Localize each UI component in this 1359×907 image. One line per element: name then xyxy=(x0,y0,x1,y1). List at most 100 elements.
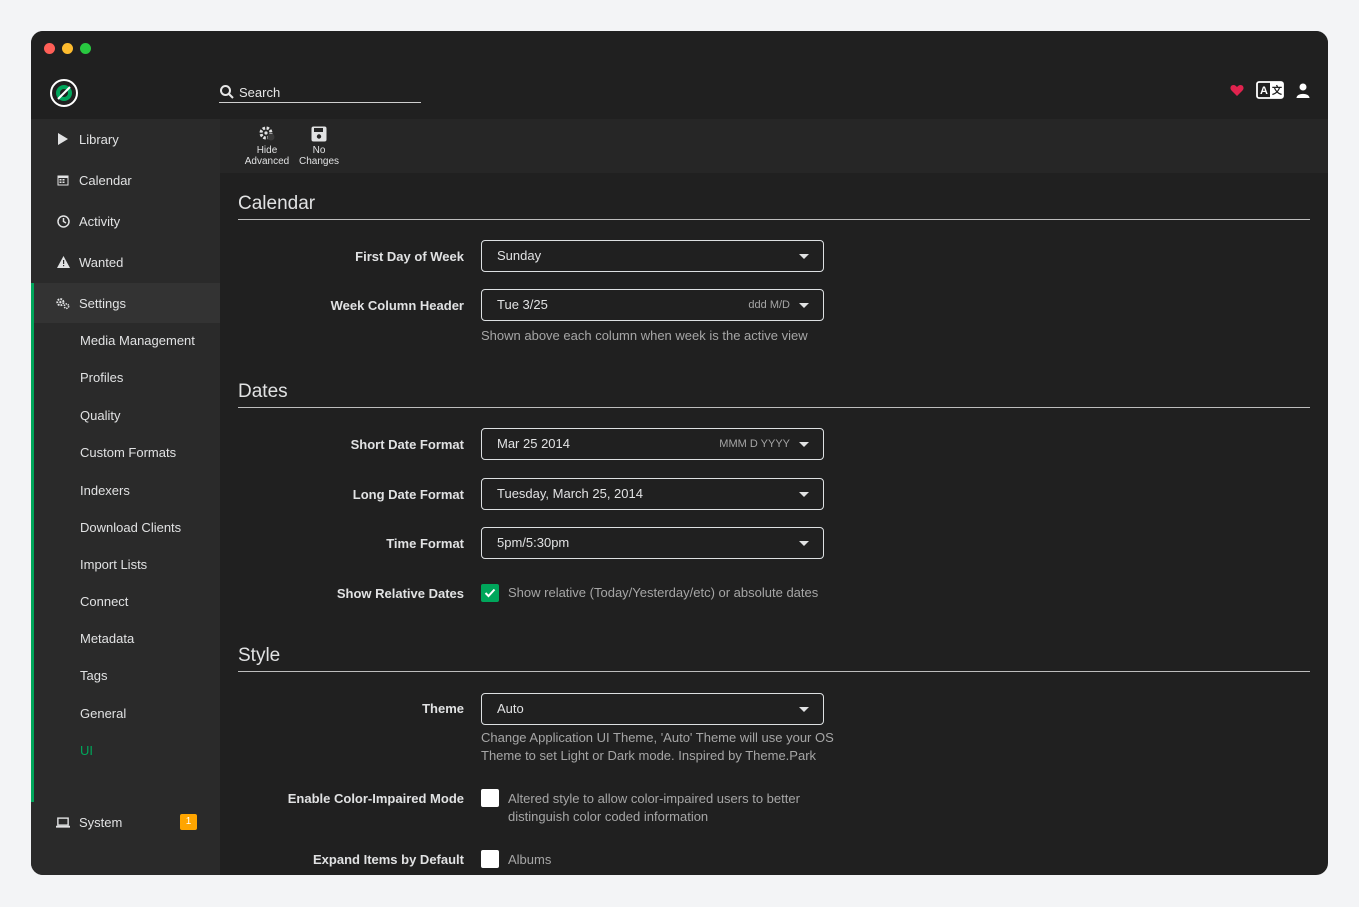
week-header-help: Shown above each column when week is the… xyxy=(481,328,808,343)
expand-albums-checkbox[interactable] xyxy=(481,850,499,868)
checkmark-icon xyxy=(484,588,496,598)
sidebar-subitem-tags[interactable]: Tags xyxy=(80,666,107,686)
first-day-select[interactable]: Sunday xyxy=(481,240,824,272)
color-impaired-label: Enable Color-Impaired Mode xyxy=(287,791,464,806)
chevron-down-icon xyxy=(799,254,809,259)
user-icon[interactable] xyxy=(1296,83,1310,98)
color-impaired-description: Altered style to allow color-impaired us… xyxy=(508,790,800,826)
save-line1: No xyxy=(312,145,326,156)
theme-help-line1: Change Application UI Theme, 'Auto' Them… xyxy=(481,730,834,745)
sidebar-subitem-metadata[interactable]: Metadata xyxy=(80,629,134,649)
search-icon xyxy=(220,85,234,99)
clock-icon xyxy=(56,214,70,228)
sidebar-subitem-profiles[interactable]: Profiles xyxy=(80,368,123,388)
chevron-down-icon xyxy=(799,303,809,308)
warning-icon xyxy=(56,255,70,269)
short-date-select[interactable]: Mar 25 2014 MMM D YYYY xyxy=(481,428,824,460)
sidebar-item-label: Settings xyxy=(79,295,126,311)
sidebar-item-label: Wanted xyxy=(79,254,124,270)
short-date-label: Short Date Format xyxy=(350,437,464,452)
first-day-value: Sunday xyxy=(497,248,542,263)
settings-content: Calendar First Day of Week Sunday Week C… xyxy=(238,173,1310,875)
relative-dates-checkbox[interactable] xyxy=(481,584,499,602)
hide-advanced-line1: Hide xyxy=(256,145,278,156)
laptop-icon xyxy=(56,815,70,829)
time-format-value: 5pm/5:30pm xyxy=(497,535,570,550)
heart-icon[interactable] xyxy=(1230,84,1244,97)
relative-dates-description: Show relative (Today/Yesterday/etc) or a… xyxy=(508,585,819,600)
first-day-label: First Day of Week xyxy=(355,249,464,264)
page-toolbar: Hide Advanced No Changes xyxy=(220,119,1328,173)
color-impaired-line1: Altered style to allow color-impaired us… xyxy=(508,791,800,806)
week-header-format-hint: ddd M/D xyxy=(748,299,790,311)
close-window-button[interactable] xyxy=(44,43,55,54)
app-logo[interactable] xyxy=(49,78,79,108)
sidebar-item-settings[interactable]: Settings xyxy=(31,283,220,323)
sidebar-subitem-quality[interactable]: Quality xyxy=(80,406,120,426)
app-window: A 文 Library Calendar Activity Wanted xyxy=(31,31,1328,875)
system-badge: 1 xyxy=(180,814,197,830)
hide-advanced-line2: Advanced xyxy=(244,156,290,167)
sidebar-subitem-indexers[interactable]: Indexers xyxy=(80,481,130,501)
hide-advanced-button[interactable]: Hide Advanced xyxy=(242,125,292,167)
title-bar xyxy=(31,31,1328,67)
expand-items-label: Expand Items by Default xyxy=(313,852,464,867)
sidebar-item-label: Activity xyxy=(79,213,121,229)
sidebar-item-system[interactable]: System 1 xyxy=(31,802,220,842)
long-date-label: Long Date Format xyxy=(352,487,464,502)
sidebar-subitem-import-lists[interactable]: Import Lists xyxy=(80,555,147,575)
short-date-format-hint: MMM D YYYY xyxy=(719,438,790,450)
search-box xyxy=(219,83,421,103)
long-date-value: Tuesday, March 25, 2014 xyxy=(497,486,643,501)
translate-icon[interactable]: A 文 xyxy=(1256,81,1284,99)
header-actions: A 文 xyxy=(1230,81,1310,99)
maximize-window-button[interactable] xyxy=(80,43,91,54)
save-button[interactable]: No Changes xyxy=(297,125,341,167)
sidebar-item-label: Calendar xyxy=(79,172,132,188)
sidebar-item-label: System xyxy=(79,814,123,830)
color-impaired-line2: distinguish color coded information xyxy=(508,809,709,824)
sidebar-item-label: Library xyxy=(79,131,119,147)
search-input[interactable] xyxy=(239,83,419,102)
sidebar: Library Calendar Activity Wanted Setting… xyxy=(31,119,220,875)
save-icon xyxy=(311,126,327,142)
time-format-select[interactable]: 5pm/5:30pm xyxy=(481,527,824,559)
theme-value: Auto xyxy=(497,701,524,716)
short-date-value: Mar 25 2014 xyxy=(497,436,570,451)
sidebar-item-activity[interactable]: Activity xyxy=(31,201,220,241)
week-header-label: Week Column Header xyxy=(330,298,464,313)
sidebar-subitem-download-clients[interactable]: Download Clients xyxy=(80,518,181,538)
app-header: A 文 xyxy=(31,67,1328,119)
chevron-down-icon xyxy=(799,707,809,712)
sidebar-item-wanted[interactable]: Wanted xyxy=(31,242,220,282)
sidebar-item-calendar[interactable]: Calendar xyxy=(31,160,220,200)
chevron-down-icon xyxy=(799,541,809,546)
long-date-select[interactable]: Tuesday, March 25, 2014 xyxy=(481,478,824,510)
chevron-down-icon xyxy=(799,442,809,447)
section-title-dates: Dates xyxy=(238,361,1310,408)
theme-label: Theme xyxy=(422,701,464,716)
week-header-value: Tue 3/25 xyxy=(497,297,548,312)
save-line2: Changes xyxy=(298,156,340,167)
cogs-icon xyxy=(56,296,70,310)
time-format-label: Time Format xyxy=(386,536,464,551)
color-impaired-checkbox[interactable] xyxy=(481,789,499,807)
chevron-down-icon xyxy=(799,492,809,497)
svg-text:A: A xyxy=(1260,85,1268,97)
theme-help: Change Application UI Theme, 'Auto' Them… xyxy=(481,729,834,765)
calendar-icon xyxy=(56,173,70,187)
sidebar-subitem-media-management[interactable]: Media Management xyxy=(80,331,195,351)
week-header-select[interactable]: Tue 3/25 ddd M/D xyxy=(481,289,824,321)
sidebar-subitem-ui[interactable]: UI xyxy=(80,741,93,761)
sidebar-subitem-connect[interactable]: Connect xyxy=(80,592,128,612)
sidebar-item-library[interactable]: Library xyxy=(31,119,220,159)
sidebar-subitem-general[interactable]: General xyxy=(80,704,126,724)
sidebar-subitem-custom-formats[interactable]: Custom Formats xyxy=(80,443,176,463)
svg-text:文: 文 xyxy=(1272,84,1283,97)
play-icon xyxy=(56,132,70,146)
relative-dates-label: Show Relative Dates xyxy=(336,586,464,601)
minimize-window-button[interactable] xyxy=(62,43,73,54)
theme-select[interactable]: Auto xyxy=(481,693,824,725)
settings-group-indicator xyxy=(31,315,34,802)
expand-albums-label: Albums xyxy=(508,852,552,867)
